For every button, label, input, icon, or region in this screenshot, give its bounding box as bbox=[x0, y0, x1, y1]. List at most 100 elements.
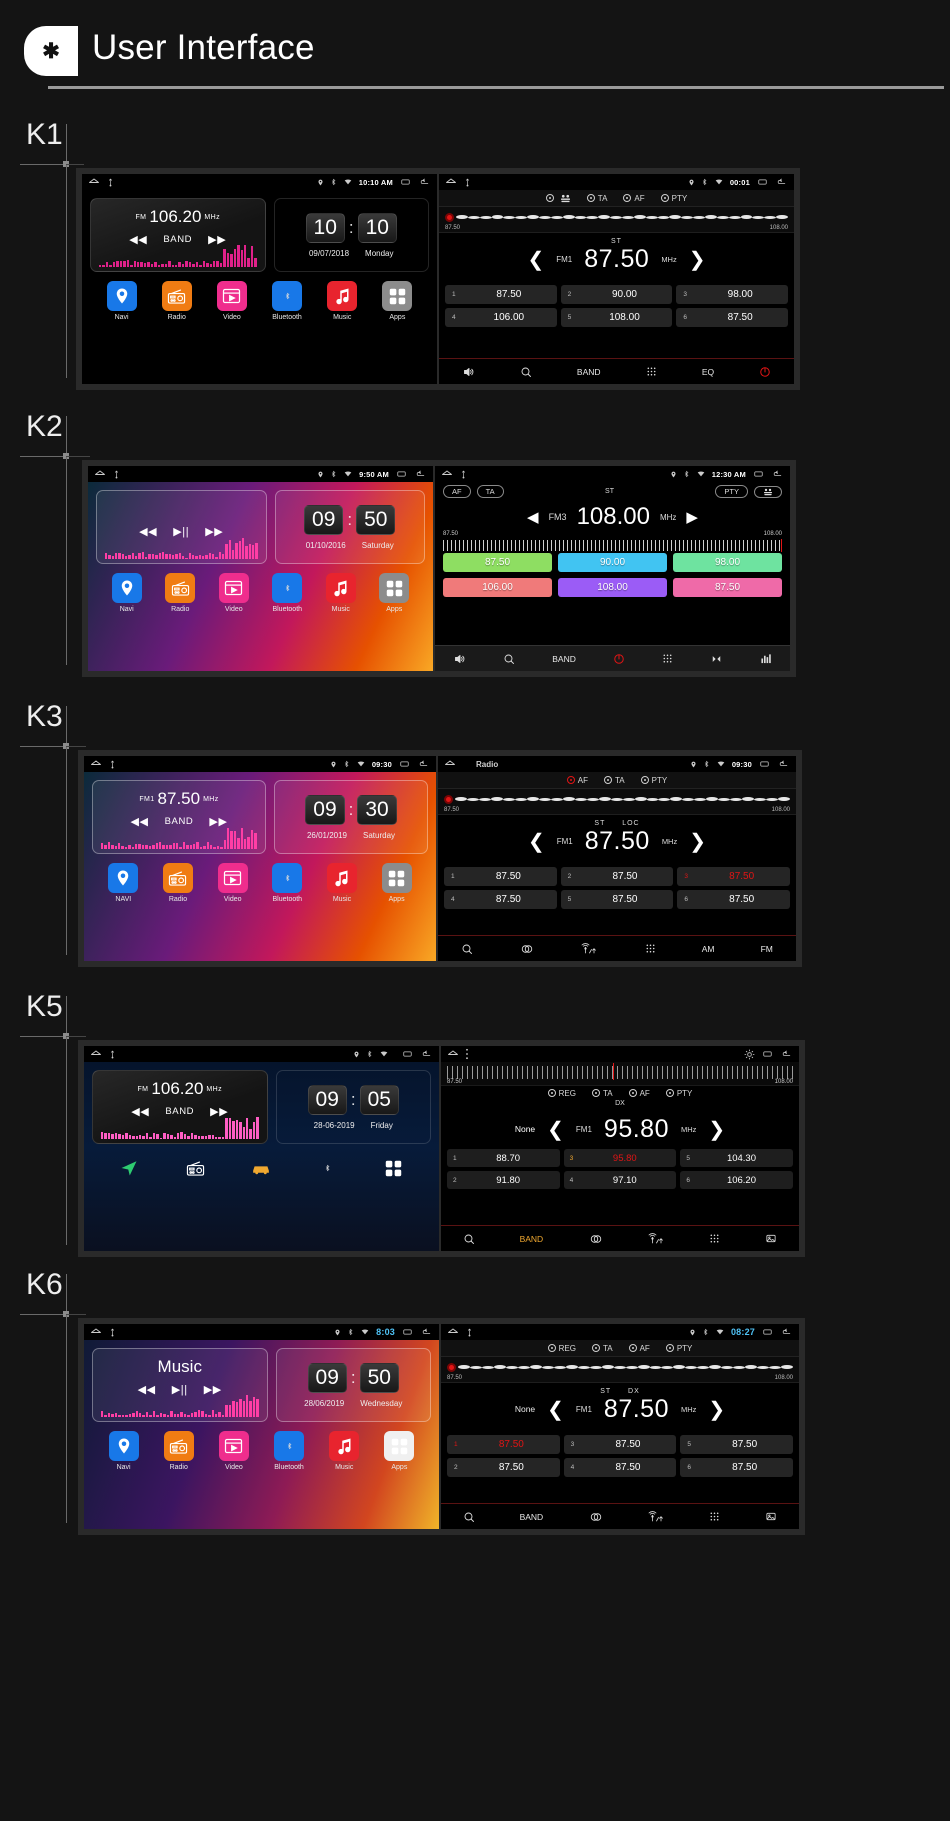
rds-af[interactable]: AF bbox=[629, 1089, 650, 1098]
toolbar-keypadicon[interactable] bbox=[709, 1511, 720, 1522]
home-icon[interactable] bbox=[90, 758, 102, 770]
recents-icon[interactable] bbox=[399, 177, 412, 187]
home-screen-k3[interactable]: 09:30 FM1 87.50 MHz ◀◀ BAND ▶▶ 09 : 30 2… bbox=[84, 756, 436, 961]
tune-down-button[interactable]: ❮ bbox=[527, 247, 544, 272]
app-music[interactable]: Music bbox=[319, 573, 363, 613]
toolbar-skipicon[interactable] bbox=[710, 654, 723, 664]
toolbar-imageicon[interactable] bbox=[765, 1511, 777, 1522]
app-music[interactable]: Music bbox=[322, 1431, 366, 1471]
preset-button[interactable]: 108.00 bbox=[558, 578, 667, 597]
home-icon[interactable] bbox=[441, 468, 453, 480]
app-apps[interactable]: Apps bbox=[375, 281, 419, 321]
home-screen-k1[interactable]: 10:10 AM FM 106.20 MHz ◀◀ BAND ▶▶ 10 : 10 bbox=[82, 174, 437, 384]
preset-button[interactable]: 6 87.50 bbox=[680, 1458, 793, 1477]
home-icon[interactable] bbox=[90, 1326, 102, 1338]
tune-up-button[interactable]: ❯ bbox=[708, 1117, 725, 1142]
rds-pty[interactable]: PTY bbox=[661, 194, 688, 203]
app-caricon[interactable] bbox=[239, 1153, 283, 1183]
radio-screen-k5[interactable]: 87.50 108.00 REG TA AF PTY DX None ❮ FM1 95… bbox=[441, 1046, 799, 1251]
app-navi[interactable]: NAVI bbox=[101, 863, 145, 903]
app-navi[interactable]: Navi bbox=[102, 1431, 146, 1471]
app-apps[interactable]: Apps bbox=[377, 1431, 421, 1471]
preset-button[interactable]: 5 104.30 bbox=[680, 1149, 793, 1167]
preset-button[interactable]: 1 87.50 bbox=[444, 867, 557, 886]
recents-icon[interactable] bbox=[761, 1049, 774, 1059]
band-button[interactable]: BAND bbox=[163, 234, 192, 245]
app-navi[interactable]: Navi bbox=[105, 573, 149, 613]
app-apps[interactable]: Apps bbox=[372, 573, 416, 613]
toolbar-imageicon[interactable] bbox=[765, 1233, 777, 1244]
back-icon[interactable] bbox=[771, 469, 784, 479]
toolbar-band[interactable]: BAND bbox=[552, 654, 576, 664]
app-radio[interactable]: Radio bbox=[155, 281, 199, 321]
frequency-dial[interactable]: 87.50 108.00 bbox=[439, 207, 794, 233]
toolbar-am[interactable]: AM bbox=[702, 944, 715, 954]
back-icon[interactable] bbox=[417, 759, 430, 769]
radio-widget[interactable]: ◀◀ ▶|| ▶▶ bbox=[96, 490, 267, 564]
frequency-dial[interactable]: 87.50 108.00 bbox=[441, 1357, 799, 1383]
tune-up-button[interactable]: ▶ bbox=[686, 508, 698, 526]
toolbar-band[interactable]: BAND bbox=[520, 1512, 544, 1522]
preset-button[interactable]: 4 87.50 bbox=[444, 890, 557, 909]
brightness-icon[interactable] bbox=[744, 1049, 755, 1060]
toolbar-stereoicon[interactable] bbox=[588, 1233, 604, 1245]
preset-button[interactable]: 2 87.50 bbox=[447, 1458, 560, 1477]
rds-pty[interactable]: PTY bbox=[641, 776, 668, 785]
chip-pty[interactable]: PTY bbox=[715, 485, 748, 498]
app-appsicon[interactable] bbox=[372, 1153, 416, 1183]
tune-down-button[interactable]: ❮ bbox=[547, 1117, 564, 1142]
recents-icon[interactable] bbox=[756, 177, 769, 187]
recents-icon[interactable] bbox=[401, 1327, 414, 1337]
toolbar-eq[interactable]: EQ bbox=[702, 367, 714, 377]
app-bluetooth[interactable]: Bluetooth bbox=[265, 863, 309, 903]
radio-screen-k3[interactable]: Radio 09:30 AF TA PTY 87.50 108.00 ST LO… bbox=[438, 756, 796, 961]
recents-icon[interactable] bbox=[395, 469, 408, 479]
menu-icon[interactable] bbox=[465, 1048, 469, 1060]
rds-reg[interactable]: REG bbox=[548, 1089, 576, 1098]
tune-down-button[interactable]: ❮ bbox=[547, 1397, 564, 1422]
toolbar-band[interactable]: BAND bbox=[577, 367, 601, 377]
rds-ta[interactable]: TA bbox=[592, 1344, 613, 1353]
home-icon[interactable] bbox=[88, 176, 100, 188]
back-icon[interactable] bbox=[777, 759, 790, 769]
app-navi[interactable]: Navi bbox=[100, 281, 144, 321]
chip-afi[interactable] bbox=[754, 486, 782, 498]
preset-button[interactable]: 6 87.50 bbox=[676, 308, 788, 327]
tune-up-button[interactable]: ❯ bbox=[708, 1397, 725, 1422]
home-icon[interactable] bbox=[445, 176, 457, 188]
rds-ta[interactable]: TA bbox=[592, 1089, 613, 1098]
toolbar-searchicon[interactable] bbox=[503, 653, 515, 665]
toolbar-volumeicon[interactable] bbox=[453, 653, 466, 665]
preset-button[interactable]: 2 90.00 bbox=[561, 285, 673, 304]
band-button[interactable]: BAND bbox=[165, 816, 194, 827]
preset-button[interactable]: 3 87.50 bbox=[677, 867, 790, 886]
toolbar-dxlocicon[interactable] bbox=[648, 1233, 665, 1245]
app-bluetooth[interactable]: Bluetooth bbox=[265, 281, 309, 321]
recents-icon[interactable] bbox=[401, 1049, 414, 1059]
home-screen-k5[interactable]: FM 106.20 MHz ◀◀ BAND ▶▶ 09 : 05 28-06-201… bbox=[84, 1046, 439, 1251]
app-radio[interactable]: Radio bbox=[158, 573, 202, 613]
app-video[interactable]: Video bbox=[211, 863, 255, 903]
app-video[interactable]: Video bbox=[212, 573, 256, 613]
app-music[interactable]: Music bbox=[320, 863, 364, 903]
tune-up-button[interactable]: ❯ bbox=[689, 247, 706, 272]
preset-button[interactable]: 4 87.50 bbox=[564, 1458, 677, 1477]
app-video[interactable]: Video bbox=[212, 1431, 256, 1471]
app-naviarrowicon[interactable] bbox=[107, 1153, 151, 1183]
home-icon[interactable] bbox=[447, 1326, 459, 1338]
radio-widget[interactable]: FM 106.20 MHz ◀◀ BAND ▶▶ bbox=[92, 1070, 268, 1144]
radio-screen-k6[interactable]: 08:27 REG TA AF PTY 87.50 108.00 ST DX N… bbox=[441, 1324, 799, 1529]
rds-pty[interactable]: PTY bbox=[666, 1344, 693, 1353]
clock-widget[interactable]: 09 : 50 01/10/2016 Saturday bbox=[275, 490, 426, 564]
radio-widget[interactable]: FM 106.20 MHz ◀◀ BAND ▶▶ bbox=[90, 198, 266, 272]
toolbar-keypadicon[interactable] bbox=[662, 653, 673, 664]
radio-widget[interactable]: FM1 87.50 MHz ◀◀ BAND ▶▶ bbox=[92, 780, 266, 854]
preset-button[interactable]: 3 98.00 bbox=[676, 285, 788, 304]
recents-icon[interactable] bbox=[398, 759, 411, 769]
tune-down-button[interactable]: ◀ bbox=[527, 508, 539, 526]
rds-af[interactable]: AF bbox=[623, 194, 644, 203]
home-screen-k6[interactable]: 8:03 Music ◀◀ ▶|| ▶▶ 09 : 50 28/06/2019 … bbox=[84, 1324, 439, 1529]
clock-widget[interactable]: 09 : 30 26/01/2019 Saturday bbox=[274, 780, 428, 854]
app-video[interactable]: Video bbox=[210, 281, 254, 321]
back-icon[interactable] bbox=[780, 1049, 793, 1059]
